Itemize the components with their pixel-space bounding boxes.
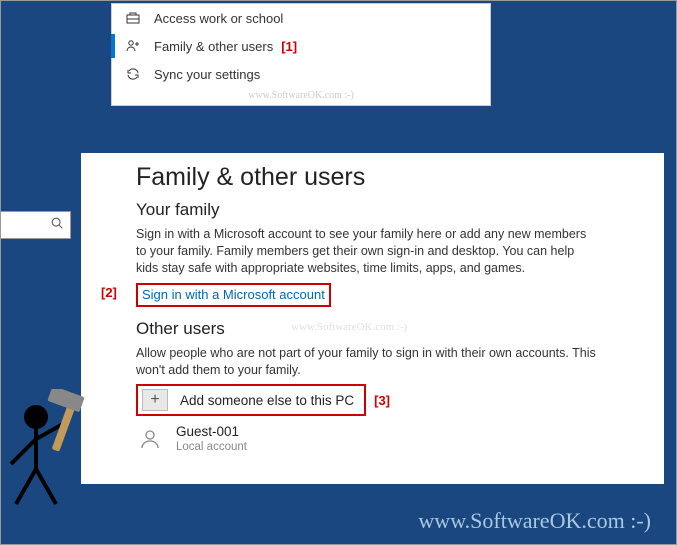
other-users-description: Allow people who are not part of your fa… [136,345,596,379]
add-user-button[interactable]: + Add someone else to this PC [136,384,366,416]
search-icon [50,216,64,235]
settings-content-panel: Family & other users Your family Sign in… [81,153,664,484]
sync-icon [124,65,142,83]
person-icon [136,425,164,453]
section-heading-family: Your family [136,200,634,220]
sign-in-ms-account-link[interactable]: Sign in with a Microsoft account [142,287,325,302]
user-account-type: Local account [176,441,247,455]
plus-icon: + [142,389,168,411]
settings-nav-panel: Access work or school Family & other use… [111,3,491,106]
watermark-text: www.SoftwareOK.com :-) [418,508,651,534]
nav-item-label: Sync your settings [154,67,260,82]
nav-item-label: Family & other users [154,39,273,54]
annotation-marker-3: [3] [374,393,390,408]
annotation-marker-1: [1] [281,39,297,54]
people-plus-icon [124,37,142,55]
search-input[interactable] [1,211,71,239]
nav-item-family-users[interactable]: Family & other users [1] [112,32,490,60]
watermark-text: www.SoftwareOK.com :-) [291,321,407,333]
family-description: Sign in with a Microsoft account to see … [136,226,596,277]
watermark-text: www.SoftwareOK.com :-) [112,88,490,105]
page-title: Family & other users [136,163,634,192]
nav-item-label: Access work or school [154,11,283,26]
briefcase-icon [124,9,142,27]
annotation-marker-2: [2] [101,285,117,300]
stick-figure-illustration [1,389,101,509]
annotation-box-2: Sign in with a Microsoft account [136,283,331,307]
nav-item-work-school[interactable]: Access work or school [112,4,490,32]
nav-item-sync[interactable]: Sync your settings [112,60,490,88]
user-account-item[interactable]: Guest-001 Local account [136,424,634,454]
user-name: Guest-001 [176,424,247,440]
add-user-label: Add someone else to this PC [180,393,354,408]
